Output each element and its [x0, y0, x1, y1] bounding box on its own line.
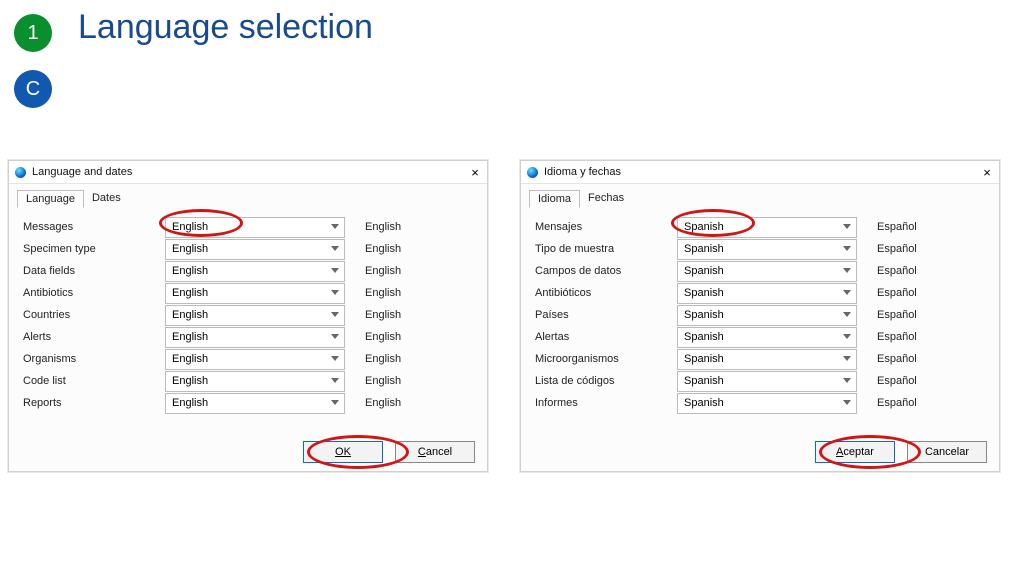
- row-label: Alerts: [23, 331, 165, 343]
- row-display: English: [365, 265, 401, 277]
- tab-fechas[interactable]: Fechas: [580, 190, 632, 208]
- row-label: Code list: [23, 375, 165, 387]
- tab-dates[interactable]: Dates: [84, 190, 129, 208]
- keyboard-badge: C: [14, 70, 52, 108]
- dropdown-lista-codigos[interactable]: Spanish: [677, 371, 857, 392]
- cancelar-button[interactable]: Cancelar: [907, 441, 987, 463]
- dropdown-countries[interactable]: English: [165, 305, 345, 326]
- dropdown-reports[interactable]: English: [165, 393, 345, 414]
- dropdown-antibioticos[interactable]: Spanish: [677, 283, 857, 304]
- dropdown-specimen-type[interactable]: English: [165, 239, 345, 260]
- tab-language[interactable]: Language: [17, 190, 84, 208]
- row-label: Mensajes: [535, 221, 677, 233]
- dropdown-antibiotics[interactable]: English: [165, 283, 345, 304]
- cancel-label: C: [418, 446, 426, 458]
- row-display: English: [365, 397, 401, 409]
- tab-bar: Language Dates: [17, 190, 487, 208]
- row-display: Español: [877, 375, 917, 387]
- row-display: English: [365, 287, 401, 299]
- row-label: Tipo de muestra: [535, 243, 677, 255]
- window-title: Language and dates: [32, 166, 463, 178]
- row-display: Español: [877, 265, 917, 277]
- dropdown-code-list[interactable]: English: [165, 371, 345, 392]
- row-label: Countries: [23, 309, 165, 321]
- row-label: Países: [535, 309, 677, 321]
- dropdown-tipo-muestra[interactable]: Spanish: [677, 239, 857, 260]
- aceptar-label: A: [836, 446, 843, 458]
- row-display: Español: [877, 287, 917, 299]
- window-title: Idioma y fechas: [544, 166, 975, 178]
- dialog-language-spanish: Idioma y fechas × Idioma Fechas Mensajes…: [520, 160, 1000, 472]
- dropdown-alerts[interactable]: English: [165, 327, 345, 348]
- app-icon: [527, 167, 538, 178]
- dropdown-mensajes[interactable]: Spanish: [677, 217, 857, 238]
- row-display: English: [365, 221, 401, 233]
- dropdown-campos-datos[interactable]: Spanish: [677, 261, 857, 282]
- row-display: English: [365, 375, 401, 387]
- titlebar: Idioma y fechas ×: [521, 161, 999, 184]
- row-display: English: [365, 331, 401, 343]
- dialog-language-english: Language and dates × Language Dates Mess…: [8, 160, 488, 472]
- page-title: Language selection: [78, 8, 373, 47]
- row-display: English: [365, 353, 401, 365]
- row-label: Specimen type: [23, 243, 165, 255]
- row-display: Español: [877, 221, 917, 233]
- dropdown-data-fields[interactable]: English: [165, 261, 345, 282]
- dropdown-alertas[interactable]: Spanish: [677, 327, 857, 348]
- cancel-button[interactable]: Cancel: [395, 441, 475, 463]
- settings-grid: MessagesEnglishEnglish Specimen typeEngl…: [23, 216, 477, 414]
- button-bar: OK Cancel: [303, 441, 475, 463]
- dropdown-messages[interactable]: English: [165, 217, 345, 238]
- dropdown-paises[interactable]: Spanish: [677, 305, 857, 326]
- row-display: Español: [877, 309, 917, 321]
- row-display: Español: [877, 397, 917, 409]
- row-label: Alertas: [535, 331, 677, 343]
- row-label: Microorganismos: [535, 353, 677, 365]
- settings-grid: MensajesSpanishEspañol Tipo de muestraSp…: [535, 216, 989, 414]
- step-number-badge: 1: [14, 14, 52, 52]
- tab-idioma[interactable]: Idioma: [529, 190, 580, 208]
- ok-button[interactable]: OK: [303, 441, 383, 463]
- row-label: Data fields: [23, 265, 165, 277]
- row-display: English: [365, 243, 401, 255]
- row-label: Informes: [535, 397, 677, 409]
- dropdown-organisms[interactable]: English: [165, 349, 345, 370]
- titlebar: Language and dates ×: [9, 161, 487, 184]
- close-icon[interactable]: ×: [463, 165, 487, 180]
- aceptar-button[interactable]: Aceptar: [815, 441, 895, 463]
- app-icon: [15, 167, 26, 178]
- close-icon[interactable]: ×: [975, 165, 999, 180]
- row-label: Antibiotics: [23, 287, 165, 299]
- dropdown-informes[interactable]: Spanish: [677, 393, 857, 414]
- row-display: Español: [877, 331, 917, 343]
- row-label: Messages: [23, 221, 165, 233]
- button-bar: Aceptar Cancelar: [815, 441, 987, 463]
- row-display: Español: [877, 243, 917, 255]
- tab-bar: Idioma Fechas: [529, 190, 999, 208]
- row-label: Campos de datos: [535, 265, 677, 277]
- row-label: Lista de códigos: [535, 375, 677, 387]
- dropdown-microorganismos[interactable]: Spanish: [677, 349, 857, 370]
- row-label: Reports: [23, 397, 165, 409]
- row-label: Antibióticos: [535, 287, 677, 299]
- row-display: English: [365, 309, 401, 321]
- row-label: Organisms: [23, 353, 165, 365]
- row-display: Español: [877, 353, 917, 365]
